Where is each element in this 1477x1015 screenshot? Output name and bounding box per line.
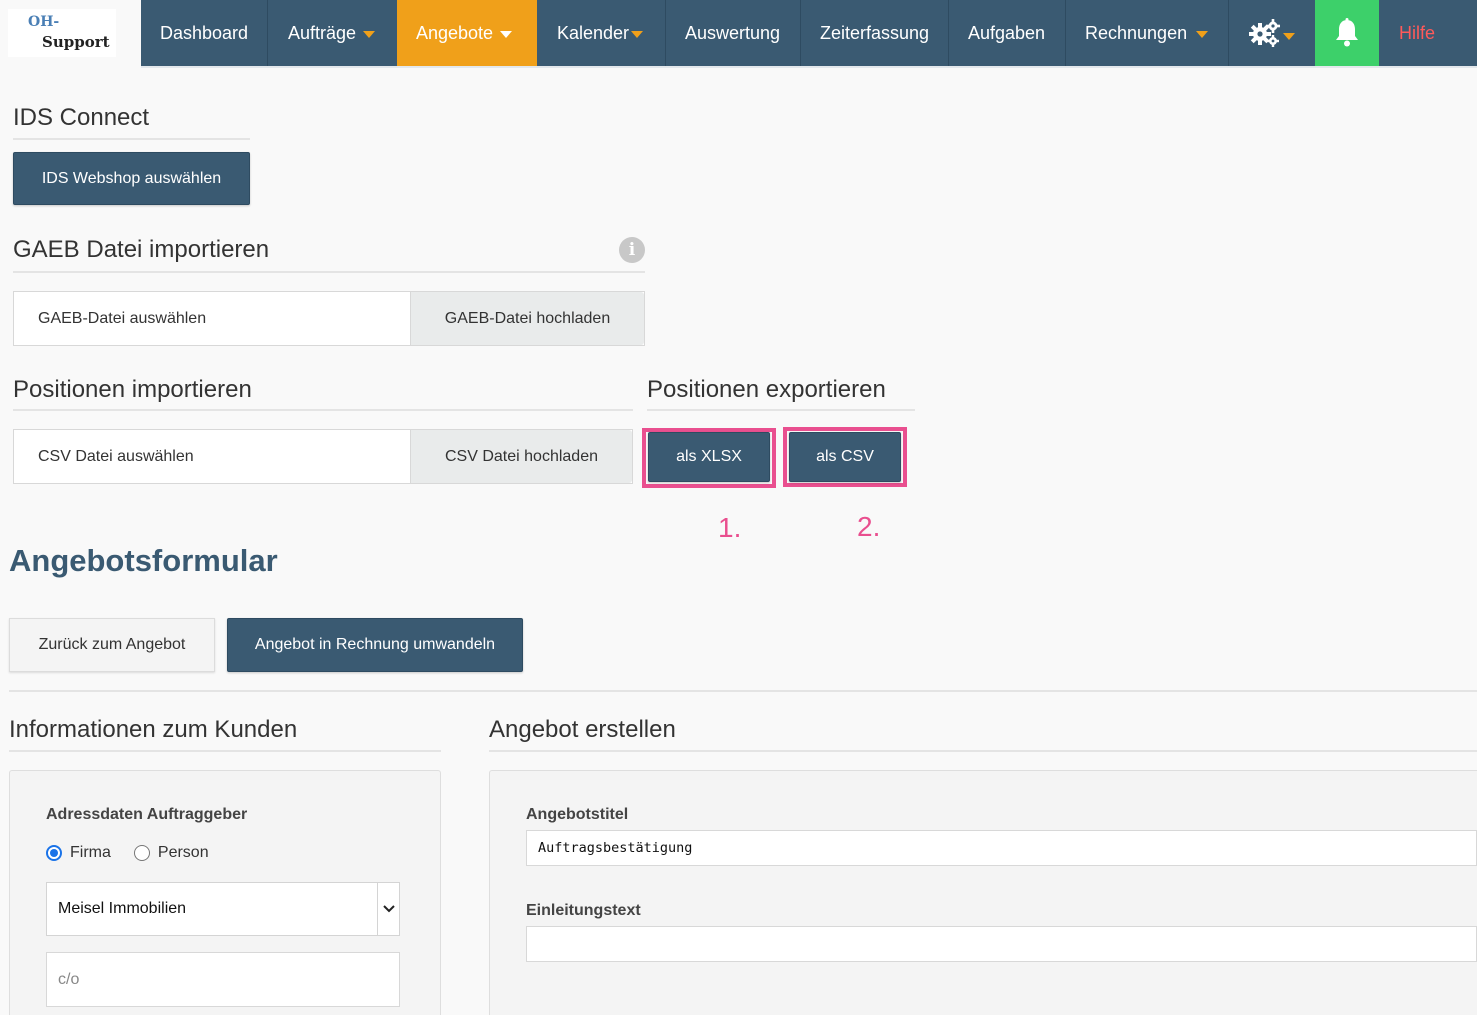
info-icon[interactable]: i xyxy=(619,237,645,263)
section-divider xyxy=(9,690,1477,692)
offer-title-input[interactable]: Auftragsbestätigung xyxy=(526,830,1477,866)
nav-rechnungen-label: Rechnungen xyxy=(1085,22,1188,43)
nav-separator xyxy=(267,0,268,66)
csv-file-group: CSV Datei auswählen CSV Datei hochladen xyxy=(13,429,633,484)
nav-auswertung[interactable]: Auswertung xyxy=(685,0,780,66)
gaeb-file-group: GAEB-Datei auswählen GAEB-Datei hochlade… xyxy=(13,291,645,346)
address-label: Adressdaten Auftraggeber xyxy=(46,806,248,823)
customer-select-value: Meisel Immobilien xyxy=(58,900,187,917)
csv-upload-button[interactable]: CSV Datei hochladen xyxy=(410,430,632,483)
gaeb-import-heading: GAEB Datei importieren xyxy=(13,236,270,263)
section-divider xyxy=(489,750,1477,752)
offer-title-label: Angebotstitel xyxy=(526,806,629,823)
nav-hilfe-label: Hilfe xyxy=(1399,22,1436,43)
customer-info-heading: Informationen zum Kunden xyxy=(9,716,298,743)
intro-text-input[interactable] xyxy=(526,926,1477,962)
customer-select[interactable]: Meisel Immobilien xyxy=(46,882,400,936)
offer-panel xyxy=(489,770,1477,1015)
export-csv-button[interactable]: als CSV xyxy=(789,432,901,482)
gears-icon xyxy=(1249,19,1280,47)
step-label-2: 2. xyxy=(857,511,881,542)
nav-separator xyxy=(1228,0,1229,66)
section-divider xyxy=(13,271,645,273)
nav-angebote-label: Angebote xyxy=(416,22,494,43)
nav-dashboard[interactable]: Dashboard xyxy=(160,0,248,66)
top-navbar: OH- Support Dashboard Aufträge Angebote … xyxy=(0,0,1477,68)
nav-auftraege-label: Aufträge xyxy=(288,22,357,43)
positions-import-heading: Positionen importieren xyxy=(13,376,252,403)
nav-aufgaben-label: Aufgaben xyxy=(968,22,1046,43)
intro-text-label: Einleitungstext xyxy=(526,902,641,919)
nav-zeiterfassung[interactable]: Zeiterfassung xyxy=(820,0,929,66)
nav-kalender-label: Kalender xyxy=(557,22,630,43)
ids-connect-heading: IDS Connect xyxy=(13,104,150,131)
back-to-offer-button[interactable]: Zurück zum Angebot xyxy=(9,618,215,672)
section-divider xyxy=(9,750,441,752)
chevron-down-icon xyxy=(500,31,513,38)
logo-line2: Support xyxy=(42,33,110,51)
chevron-down-icon[interactable] xyxy=(377,883,399,935)
radio-firma[interactable] xyxy=(46,845,62,861)
customer-type-radios: Firma Person xyxy=(46,844,209,862)
ids-webshop-button[interactable]: IDS Webshop auswählen xyxy=(13,152,250,205)
nav-settings[interactable] xyxy=(1249,0,1295,66)
section-divider xyxy=(13,409,633,411)
radio-firma-label[interactable]: Firma xyxy=(70,844,111,862)
nav-hilfe[interactable]: Hilfe xyxy=(1399,0,1435,66)
nav-dashboard-label: Dashboard xyxy=(160,22,249,43)
nav-angebote[interactable]: Angebote xyxy=(397,0,537,66)
csv-file-select[interactable]: CSV Datei auswählen xyxy=(14,430,410,483)
bell-icon xyxy=(1336,18,1358,47)
gaeb-upload-button[interactable]: GAEB-Datei hochladen xyxy=(410,292,644,345)
offer-create-heading: Angebot erstellen xyxy=(489,716,676,743)
section-divider xyxy=(13,138,250,140)
chevron-down-icon xyxy=(1283,32,1295,40)
oh-support-logo[interactable]: OH- Support xyxy=(8,9,116,57)
positions-export-heading: Positionen exportieren xyxy=(647,376,886,403)
chevron-down-icon xyxy=(1196,31,1209,38)
nav-notifications[interactable] xyxy=(1315,0,1379,66)
nav-auftraege[interactable]: Aufträge xyxy=(288,0,376,66)
nav-auswertung-label: Auswertung xyxy=(685,22,781,43)
convert-to-invoice-button[interactable]: Angebot in Rechnung umwandeln xyxy=(227,618,523,672)
nav-separator xyxy=(800,0,801,66)
chevron-down-icon xyxy=(363,31,376,38)
form-title: Angebotsformular xyxy=(9,543,278,578)
section-divider xyxy=(647,409,915,411)
logo-area: OH- Support xyxy=(0,0,141,68)
logo-line1: OH- xyxy=(28,14,60,30)
radio-person-label[interactable]: Person xyxy=(158,844,209,862)
nav-separator xyxy=(948,0,949,66)
nav-separator xyxy=(665,0,666,66)
chevron-down-icon xyxy=(631,31,644,38)
export-xlsx-button[interactable]: als XLSX xyxy=(648,432,770,482)
nav-rechnungen[interactable]: Rechnungen xyxy=(1085,0,1209,66)
co-input[interactable]: c/o xyxy=(46,952,400,1007)
radio-person[interactable] xyxy=(133,845,150,861)
nav-aufgaben[interactable]: Aufgaben xyxy=(968,0,1045,66)
nav-zeiterfassung-label: Zeiterfassung xyxy=(820,22,930,43)
nav-separator xyxy=(1065,0,1066,66)
gaeb-file-select[interactable]: GAEB-Datei auswählen xyxy=(14,292,410,345)
nav-kalender[interactable]: Kalender xyxy=(557,0,644,66)
step-label-1: 1. xyxy=(718,512,742,543)
